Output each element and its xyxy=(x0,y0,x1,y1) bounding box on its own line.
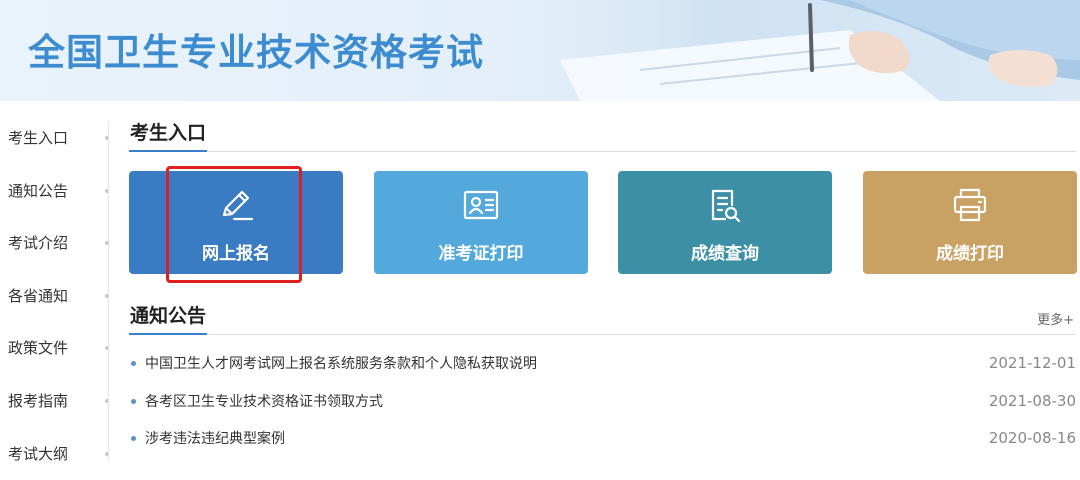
sidebar-item-label: 考试介绍 xyxy=(8,234,69,252)
sidebar-item-policy-documents[interactable]: 政策文件 xyxy=(0,321,109,374)
printer-icon xyxy=(953,188,987,222)
sidebar-dot xyxy=(105,188,109,193)
sidebar-item-exam-syllabus[interactable]: 考试大纲 xyxy=(0,427,109,480)
id-card-icon xyxy=(463,190,499,220)
list-item[interactable]: 中国卫生人才网考试网上报名系统服务条款和个人隐私获取说明 2021-12-01 xyxy=(129,350,1076,376)
list-item[interactable]: 各考区卫生专业技术资格证书领取方式 2021-08-30 xyxy=(129,388,1076,414)
banner-illustration xyxy=(520,0,1080,101)
tile-label: 成绩查询 xyxy=(691,244,759,264)
sidebar-nav: 考生入口 通知公告 考试介绍 各省通知 政策文件 报考指南 考试大纲 xyxy=(0,101,110,463)
notice-title: 中国卫生人才网考试网上报名系统服务条款和个人隐私获取说明 xyxy=(145,356,537,372)
bullet-icon xyxy=(131,398,136,404)
sidebar-item-label: 各省通知 xyxy=(8,287,69,305)
notice-date: 2021-12-01 xyxy=(988,354,1076,372)
sidebar-dot xyxy=(105,135,109,140)
sidebar-dot xyxy=(105,398,109,403)
sidebar-dot xyxy=(105,240,109,245)
pencil-icon xyxy=(222,190,254,221)
sidebar-dot xyxy=(105,451,109,456)
sidebar-dot xyxy=(105,293,109,298)
sidebar-item-label: 考试大纲 xyxy=(8,445,69,463)
sidebar-item-label: 考生入口 xyxy=(8,129,69,147)
more-link[interactable]: 更多+ xyxy=(1037,309,1074,328)
score-query-tile[interactable]: 成绩查询 xyxy=(618,171,832,274)
tile-label: 准考证打印 xyxy=(438,244,524,264)
section-title: 考生入口 xyxy=(129,120,208,152)
bullet-icon xyxy=(131,435,136,441)
notice-title: 各考区卫生专业技术资格证书领取方式 xyxy=(145,394,383,410)
sidebar-item-label: 报考指南 xyxy=(8,392,69,410)
notice-title: 涉考违法违纪典型案例 xyxy=(145,431,285,447)
notice-date: 2021-08-30 xyxy=(988,392,1076,410)
sidebar-item-notices[interactable]: 通知公告 xyxy=(0,164,109,217)
online-registration-tile[interactable]: 网上报名 xyxy=(129,171,343,274)
admission-ticket-print-tile[interactable]: 准考证打印 xyxy=(374,171,588,274)
sidebar-item-registration-guide[interactable]: 报考指南 xyxy=(0,374,109,427)
tile-label: 网上报名 xyxy=(202,244,270,264)
notices-header: 通知公告 更多+ xyxy=(129,303,1076,335)
candidate-entry-header: 考生入口 xyxy=(129,120,1076,152)
bullet-icon xyxy=(131,360,136,366)
site-title: 全国卫生专业技术资格考试 xyxy=(28,31,484,74)
sidebar-item-exam-intro[interactable]: 考试介绍 xyxy=(0,216,109,269)
sidebar-dot xyxy=(105,345,109,350)
score-print-tile[interactable]: 成绩打印 xyxy=(863,171,1077,274)
list-item[interactable]: 涉考违法违纪典型案例 2020-08-16 xyxy=(129,425,1076,451)
sidebar-item-label: 政策文件 xyxy=(8,339,69,357)
sidebar-item-label: 通知公告 xyxy=(8,182,69,200)
sidebar-item-provincial-notices[interactable]: 各省通知 xyxy=(0,269,109,322)
notice-date: 2020-08-16 xyxy=(988,429,1076,447)
document-search-icon xyxy=(711,189,741,223)
section-title: 通知公告 xyxy=(129,303,208,335)
sidebar-item-candidate-entry[interactable]: 考生入口 xyxy=(0,111,109,164)
header-banner: 全国卫生专业技术资格考试 xyxy=(0,0,1080,101)
tile-label: 成绩打印 xyxy=(936,244,1004,264)
